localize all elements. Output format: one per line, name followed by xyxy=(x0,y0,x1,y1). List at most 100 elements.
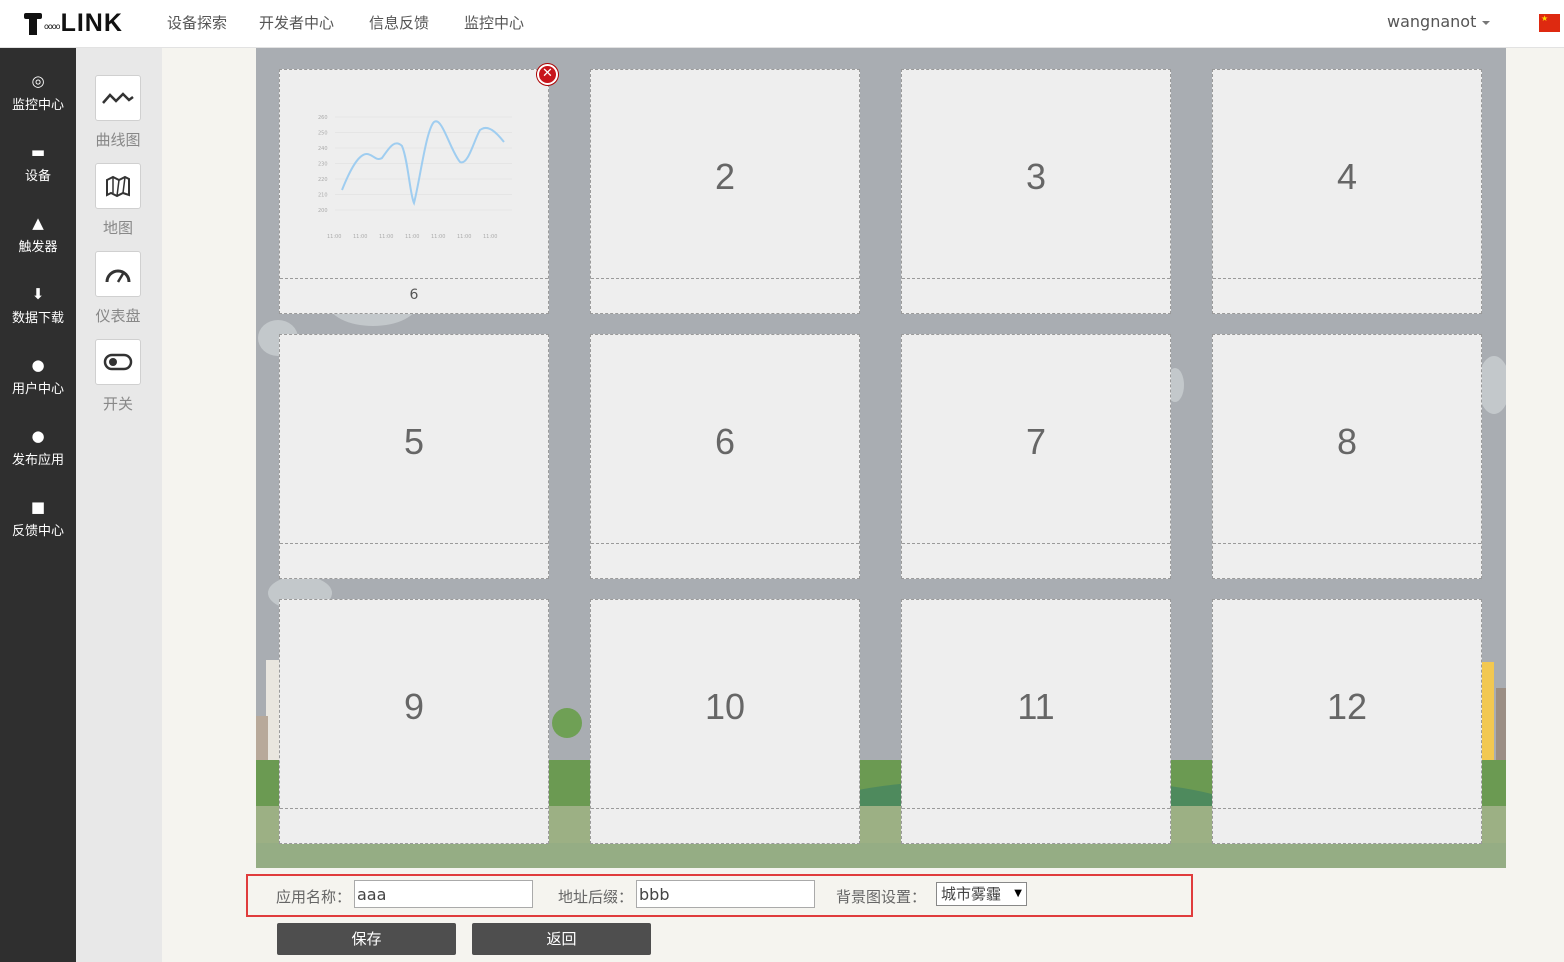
tile-6[interactable]: 6 xyxy=(590,334,860,579)
tile-3[interactable]: 3 xyxy=(901,69,1171,314)
mini-chart-y-tick: 210 xyxy=(318,193,328,199)
mini-chart-y-tick: 260 xyxy=(318,115,328,121)
switch-icon xyxy=(95,339,141,385)
nav-monitor-center[interactable]: 监控中心 xyxy=(464,12,524,33)
sidebar-item-label: 数据下载 xyxy=(11,311,64,326)
user-menu[interactable]: wangnanot xyxy=(1387,12,1491,31)
logo[interactable]: oooo LINK xyxy=(24,8,123,38)
tile-number: 8 xyxy=(1336,421,1358,462)
remove-widget-close-icon[interactable]: ✕ xyxy=(537,64,558,85)
widget-line-chart[interactable]: 曲线图 xyxy=(95,75,143,150)
sidebar-item-label: 设备 xyxy=(24,169,51,184)
app-name-label: 应用名称： xyxy=(276,888,352,906)
sidebar-item-download[interactable]: ⬇ 数据下载 xyxy=(0,285,76,326)
sidebar-item-label: 反馈中心 xyxy=(11,524,64,539)
tile-10[interactable]: 10 xyxy=(590,599,860,844)
mini-chart-x-tick: 11:00 xyxy=(327,234,341,240)
tile-number: 4 xyxy=(1336,156,1358,197)
background-select-value: 城市雾霾 xyxy=(941,885,1002,903)
nav-feedback[interactable]: 信息反馈 xyxy=(369,12,429,33)
caret-down-icon xyxy=(1482,20,1491,25)
cloud-shape xyxy=(1478,356,1506,414)
app-name-input[interactable] xyxy=(354,880,533,908)
dropdown-arrow-icon: ▼ xyxy=(1014,888,1022,899)
comment-icon: ■ xyxy=(30,498,46,516)
tile-number: 3 xyxy=(1025,156,1047,197)
user-icon: ● xyxy=(31,356,45,374)
background-select[interactable]: 城市雾霾 ▼ xyxy=(936,882,1027,906)
app-settings-form: 应用名称： 地址后缀： 背景图设置： 城市雾霾 ▼ xyxy=(246,874,1193,917)
tile-8[interactable]: 8 xyxy=(1212,334,1482,579)
sidebar-item-user-center[interactable]: ● 用户中心 xyxy=(0,356,76,397)
tile-5[interactable]: 5 xyxy=(279,334,549,579)
logo-dots: oooo xyxy=(44,21,61,31)
nav-developer-center[interactable]: 开发者中心 xyxy=(259,12,334,33)
sidebar-item-feedback[interactable]: ■ 反馈中心 xyxy=(0,498,76,539)
sidebar-item-label: 监控中心 xyxy=(11,98,64,113)
tile-footer: 6 xyxy=(409,287,419,303)
tile-number: 11 xyxy=(1017,686,1055,727)
map-icon xyxy=(95,163,141,209)
widget-label: 地图 xyxy=(102,219,133,237)
tile-11[interactable]: 11 xyxy=(901,599,1171,844)
widget-map[interactable]: 地图 xyxy=(95,163,143,238)
mini-line-chart: 260 250 240 230 220 210 200 11:00 11:00 11:00 11:0… xyxy=(318,115,512,240)
sidebar-item-monitor[interactable]: ◎ 监控中心 xyxy=(0,72,76,113)
user-icon: ● xyxy=(31,427,45,445)
tile-12[interactable]: 12 xyxy=(1212,599,1482,844)
tile-1[interactable]: 260 250 240 230 220 210 200 11:00 11:00 11:00 11:0… xyxy=(279,69,549,314)
mini-chart-y-tick: 220 xyxy=(318,177,328,183)
tile-number: 6 xyxy=(714,421,736,462)
sidebar-item-device[interactable]: ▬ 设备 xyxy=(0,143,76,184)
nav-device-explore[interactable]: 设备探索 xyxy=(167,12,227,33)
mini-chart-x-tick: 11:00 xyxy=(405,234,419,240)
sidebar-item-label: 发布应用 xyxy=(11,453,64,468)
mini-chart-y-tick: 230 xyxy=(318,162,328,168)
tile-7[interactable]: 7 xyxy=(901,334,1171,579)
tile-number: 10 xyxy=(704,686,746,727)
line-chart-icon xyxy=(95,75,141,121)
china-flag-icon[interactable]: ★ xyxy=(1539,14,1560,32)
mini-chart-x-tick: 11:00 xyxy=(353,234,367,240)
mini-chart-y-tick: 200 xyxy=(318,208,328,214)
tile-4[interactable]: 4 xyxy=(1212,69,1482,314)
top-bar: oooo LINK 设备探索 开发者中心 信息反馈 监控中心 wangnanot… xyxy=(0,0,1564,48)
bell-icon: ▲ xyxy=(32,214,44,232)
tile-9[interactable]: 9 xyxy=(279,599,549,844)
widget-label: 开关 xyxy=(102,395,133,413)
logo-text: LINK xyxy=(60,8,123,37)
mini-chart-series-line xyxy=(341,120,505,206)
back-button[interactable]: 返回 xyxy=(472,923,651,955)
sidebar-item-label: 触发器 xyxy=(18,240,58,255)
widget-palette: 曲线图 地图 仪表盘 开关 xyxy=(76,48,162,962)
logo-mark-icon xyxy=(24,11,42,35)
tile-content: 260 250 240 230 220 210 200 11:00 11:00 11:00 11:0… xyxy=(280,70,548,279)
building-shape xyxy=(1482,662,1494,766)
tile-number: 5 xyxy=(403,421,425,462)
mini-chart-y-tick: 240 xyxy=(318,146,328,152)
widget-gauge[interactable]: 仪表盘 xyxy=(95,251,143,326)
ground xyxy=(256,843,1506,868)
sidebar-item-label: 用户中心 xyxy=(11,382,64,397)
widget-label: 仪表盘 xyxy=(95,307,141,325)
device-icon: ▬ xyxy=(30,143,46,161)
building-shape xyxy=(1496,688,1506,768)
save-button[interactable]: 保存 xyxy=(277,923,456,955)
tile-number: 7 xyxy=(1025,421,1047,462)
tree-shape xyxy=(552,708,582,738)
tile-number: 2 xyxy=(714,156,736,197)
widget-switch[interactable]: 开关 xyxy=(95,339,143,414)
sidebar: ◎ 监控中心 ▬ 设备 ▲ 触发器 ⬇ 数据下载 ● 用户中心 ● 发布应用 ■… xyxy=(0,48,76,962)
sidebar-item-publish[interactable]: ● 发布应用 xyxy=(0,427,76,468)
mini-chart-x-tick: 11:00 xyxy=(483,234,497,240)
tile-number: 9 xyxy=(403,686,425,727)
tile-2[interactable]: 2 xyxy=(590,69,860,314)
sidebar-item-trigger[interactable]: ▲ 触发器 xyxy=(0,214,76,255)
widget-label: 曲线图 xyxy=(95,131,141,149)
mini-chart-x-tick: 11:00 xyxy=(457,234,471,240)
suffix-input[interactable] xyxy=(636,880,815,908)
target-icon: ◎ xyxy=(31,72,45,90)
mini-chart-y-tick: 250 xyxy=(318,131,328,137)
background-label: 背景图设置： xyxy=(836,888,927,906)
username: wangnanot xyxy=(1387,12,1477,31)
